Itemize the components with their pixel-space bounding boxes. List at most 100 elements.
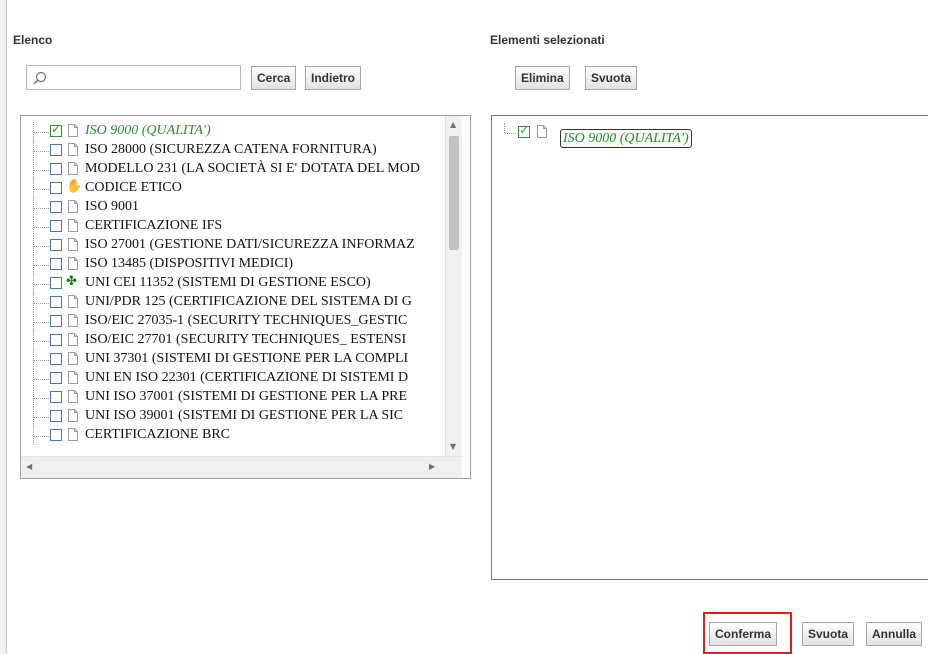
checkbox[interactable] — [50, 220, 62, 232]
confirm-button[interactable]: Conferma — [709, 622, 778, 646]
tree-item[interactable]: ISO/EIC 27035-1 (SECURITY TECHNIQUES_GES… — [21, 312, 445, 331]
tree-item[interactable]: ISO 13485 (DISPOSITIVI MEDICI) — [21, 255, 445, 274]
cancel-button[interactable]: Annulla — [866, 622, 922, 646]
tree-connector — [34, 208, 49, 209]
horizontal-scrollbar[interactable]: ◀ ▶ — [21, 456, 462, 478]
remove-button[interactable]: Elimina — [515, 66, 570, 90]
document-icon — [68, 219, 78, 232]
document-icon — [68, 238, 78, 251]
checkbox[interactable] — [50, 258, 62, 270]
tree-item[interactable]: UNI 37301 (SISTEMI DI GESTIONE PER LA CO… — [21, 350, 445, 369]
tree-item[interactable]: ISO 9001 — [21, 198, 445, 217]
clear-selection-button[interactable]: Svuota — [585, 66, 638, 90]
document-icon — [68, 295, 78, 308]
tree-item-label: UNI ISO 39001 (SISTEMI DI GESTIONE PER L… — [85, 408, 404, 423]
check-icon: ✓ — [51, 122, 62, 136]
tree-item[interactable]: UNI ISO 39001 (SISTEMI DI GESTIONE PER L… — [21, 407, 445, 426]
checkbox[interactable]: ✓ — [518, 123, 530, 138]
tree-connector — [504, 123, 505, 133]
tree-item[interactable]: ✓ ISO 9000 (QUALITA') — [21, 122, 445, 141]
checkbox[interactable] — [50, 144, 62, 156]
document-icon — [68, 371, 78, 384]
tree-item[interactable]: UNI EN ISO 22301 (CERTIFICAZIONE DI SIST… — [21, 369, 445, 388]
document-icon — [68, 143, 78, 156]
vertical-scrollbar[interactable]: ▲ ▼ — [445, 116, 462, 456]
tree-item[interactable]: ISO 27001 (GESTIONE DATI/SICUREZZA INFOR… — [21, 236, 445, 255]
scrollbar-thumb[interactable] — [449, 136, 459, 250]
checkbox[interactable]: ✓ — [50, 122, 62, 137]
search-input[interactable] — [51, 68, 241, 88]
checkbox[interactable] — [50, 353, 62, 365]
checkbox[interactable] — [50, 277, 62, 289]
tree-connector — [34, 284, 49, 285]
checkbox[interactable] — [50, 315, 62, 327]
checkbox[interactable] — [50, 182, 62, 194]
tree-connector — [34, 398, 49, 399]
tree-item-label: ISO 27001 (GESTIONE DATI/SICUREZZA INFOR… — [85, 237, 415, 252]
checkbox[interactable] — [50, 239, 62, 251]
tree-connector — [34, 227, 49, 228]
checkbox[interactable] — [50, 372, 62, 384]
tree-item[interactable]: ✤ UNI CEI 11352 (SISTEMI DI GESTIONE ESCO… — [21, 274, 445, 293]
checkbox[interactable] — [50, 201, 62, 213]
tree-item-label: UNI EN ISO 22301 (CERTIFICAZIONE DI SIST… — [85, 370, 409, 385]
selected-item-label: ISO 9000 (QUALITA') — [560, 129, 692, 148]
check-icon: ✓ — [519, 123, 530, 137]
clover-icon: ✤ — [66, 274, 77, 289]
checkbox[interactable] — [50, 429, 62, 441]
tree-panel: ✓ ISO 9000 (QUALITA') ISO 28000 (SICUREZZA… — [20, 115, 471, 479]
tree-item-label: UNI CEI 11352 (SISTEMI DI GESTIONE ESCO) — [85, 275, 371, 290]
tree-item[interactable]: UNI/PDR 125 (CERTIFICAZIONE DEL SISTEMA … — [21, 293, 445, 312]
checkbox[interactable] — [50, 163, 62, 175]
document-icon — [68, 352, 78, 365]
tree-connector — [34, 170, 49, 171]
document-icon — [68, 428, 78, 441]
document-icon — [68, 409, 78, 422]
tree-list: ✓ ISO 9000 (QUALITA') ISO 28000 (SICUREZZA… — [21, 116, 445, 456]
tree-connector — [34, 132, 49, 133]
tree-item-label: UNI/PDR 125 (CERTIFICAZIONE DEL SISTEMA … — [85, 294, 412, 309]
tree-connector — [34, 341, 49, 342]
document-icon — [68, 333, 78, 346]
tree-item-label: UNI ISO 37001 (SISTEMI DI GESTIONE PER L… — [85, 389, 407, 404]
scroll-up-icon[interactable]: ▲ — [450, 120, 456, 129]
search-icon — [33, 71, 47, 85]
scroll-right-icon[interactable]: ▶ — [429, 462, 435, 471]
tree-item[interactable]: ISO/EIC 27701 (SECURITY TECHNIQUES_ ESTE… — [21, 331, 445, 350]
selected-heading: Elementi selezionati — [490, 33, 605, 47]
tree-item[interactable]: CERTIFICAZIONE BRC — [21, 426, 445, 445]
tree-item-label: ISO 13485 (DISPOSITIVI MEDICI) — [85, 256, 294, 271]
scroll-down-icon[interactable]: ▼ — [450, 442, 456, 451]
tree-connector — [34, 360, 49, 361]
tree-item[interactable]: ✋ CODICE ETICO — [21, 179, 445, 198]
selected-item[interactable]: ✓ ISO 9000 (QUALITA') — [492, 123, 916, 148]
tree-item[interactable]: CERTIFICAZIONE IFS — [21, 217, 445, 236]
search-field[interactable] — [26, 65, 241, 90]
clear-button[interactable]: Svuota — [802, 622, 855, 646]
checkbox[interactable] — [50, 334, 62, 346]
checkbox[interactable] — [50, 296, 62, 308]
scroll-left-icon[interactable]: ◀ — [26, 462, 32, 471]
tree-connector — [505, 133, 516, 134]
tree-item[interactable]: UNI ISO 37001 (SISTEMI DI GESTIONE PER L… — [21, 388, 445, 407]
back-button[interactable]: Indietro — [305, 66, 361, 90]
tree-connector — [34, 322, 49, 323]
checkbox[interactable] — [50, 391, 62, 403]
tree-item-label: UNI 37301 (SISTEMI DI GESTIONE PER LA CO… — [85, 351, 409, 366]
tree-item-label: ISO 28000 (SICUREZZA CATENA FORNITURA) — [85, 142, 377, 157]
list-heading: Elenco — [13, 33, 53, 47]
document-icon — [68, 390, 78, 403]
tree-connector — [34, 246, 49, 247]
document-icon — [68, 200, 78, 213]
tree-connector — [34, 265, 49, 266]
left-edge-bar — [0, 0, 7, 654]
document-icon — [68, 314, 78, 327]
tree-item[interactable]: ISO 28000 (SICUREZZA CATENA FORNITURA) — [21, 141, 445, 160]
tree-item[interactable]: MODELLO 231 (LA SOCIETÀ SI E' DOTATA DEL… — [21, 160, 445, 179]
document-icon — [68, 257, 78, 270]
tree-connector — [34, 436, 49, 437]
tree-item-label: CODICE ETICO — [85, 180, 182, 195]
tree-item-label: ISO 9000 (QUALITA') — [85, 123, 211, 138]
checkbox[interactable] — [50, 410, 62, 422]
search-button[interactable]: Cerca — [251, 66, 297, 90]
